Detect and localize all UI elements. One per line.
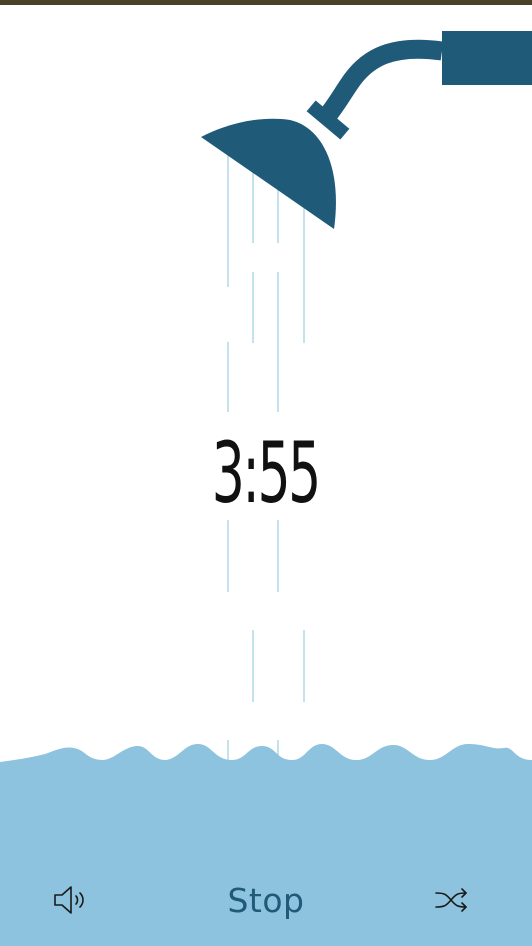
- speaker-volume-icon: [54, 886, 84, 914]
- stop-button[interactable]: Stop: [196, 868, 336, 932]
- shower-timer-screen: 3:55 Stop: [0, 0, 532, 946]
- controls-bar: Stop: [0, 868, 532, 932]
- shower-arm: [316, 39, 444, 127]
- shower-head-icon: [201, 118, 336, 229]
- sound-button[interactable]: [40, 868, 100, 932]
- wall-mount: [442, 31, 532, 85]
- shuffle-button[interactable]: [420, 868, 484, 932]
- timer-display: 3:55: [211, 424, 322, 522]
- shuffle-icon: [435, 888, 467, 912]
